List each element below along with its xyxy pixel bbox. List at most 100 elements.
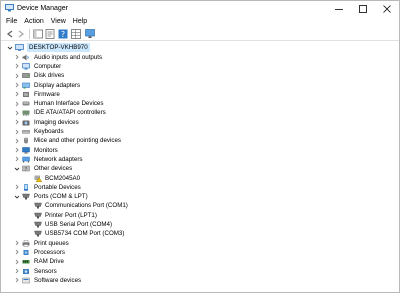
maximize-icon — [359, 4, 367, 13]
tree-device-usb5734-com-port-com3[interactable]: USB5734 COM Port (COM3) — [1, 229, 399, 238]
tree-category-ports-com-lpt[interactable]: Ports (COM & LPT) — [1, 192, 399, 201]
tree-category-human-interface-devices[interactable]: Human Interface Devices — [1, 99, 399, 108]
forward-button[interactable] — [16, 29, 26, 39]
tree-category-label: Firmware — [34, 90, 60, 98]
disk-drive-icon — [22, 72, 30, 79]
tree-root[interactable]: DESKTOP-VKHB970 — [1, 43, 399, 52]
tree-category-imaging-devices[interactable]: Imaging devices — [1, 118, 399, 127]
chevron-right-icon[interactable] — [14, 248, 20, 257]
tree-category-print-queues[interactable]: Print queues — [1, 239, 399, 248]
tree-category-firmware[interactable]: Firmware — [1, 90, 399, 99]
tree-category-display-adapters[interactable]: Display adapters — [1, 81, 399, 90]
menu-help[interactable]: Help — [73, 17, 87, 26]
chevron-down-icon[interactable] — [14, 164, 20, 173]
chevron-right-icon[interactable] — [14, 183, 20, 192]
chevron-right-icon[interactable] — [14, 108, 20, 117]
help-button[interactable]: ? — [58, 29, 68, 39]
menu-file[interactable]: File — [6, 17, 17, 26]
tree-device-label: Printer Port (LPT1) — [45, 211, 97, 219]
chevron-right-icon[interactable] — [14, 53, 20, 62]
tree-device-label: BCM2045A0 — [45, 174, 81, 182]
computer-icon — [22, 63, 30, 70]
properties-icon — [45, 29, 55, 39]
chevron-down-icon[interactable] — [7, 43, 13, 52]
tree-category-label: Other devices — [34, 165, 73, 173]
properties-button[interactable] — [45, 29, 55, 39]
toolbar: ? — [1, 27, 399, 41]
chevron-right-icon[interactable] — [14, 136, 20, 145]
tree-category-processors[interactable]: Processors — [1, 248, 399, 257]
warning-device-icon — [34, 175, 43, 182]
chevron-right-icon[interactable] — [14, 81, 20, 90]
device-manager-app-icon — [5, 4, 14, 12]
mouse-icon — [22, 137, 30, 144]
chevron-right-icon[interactable] — [14, 71, 20, 80]
action-pane-button[interactable] — [71, 29, 81, 39]
forward-arrow-icon — [18, 30, 25, 38]
title-bar[interactable]: Device Manager — [1, 1, 399, 16]
tree-device-communications-port-com1[interactable]: Communications Port (COM1) — [1, 201, 399, 210]
tree-category-ide-ata-atapi-controllers[interactable]: IDE ATA/ATAPI controllers — [1, 108, 399, 117]
chevron-right-icon[interactable] — [14, 239, 20, 248]
grid-view-icon — [71, 29, 81, 39]
network-adapter-icon — [22, 156, 30, 163]
port-icon — [34, 230, 42, 237]
chevron-right-icon[interactable] — [14, 90, 20, 99]
toolbar-separator — [29, 29, 30, 39]
tree-device-label: Communications Port (COM1) — [45, 202, 128, 210]
minimize-button[interactable] — [327, 1, 351, 16]
chevron-down-icon[interactable] — [14, 192, 20, 201]
tree-category-label: RAM Drive — [34, 258, 64, 266]
sensor-icon — [22, 268, 30, 275]
tree-category-label: Display adapters — [34, 81, 81, 89]
chevron-right-icon[interactable] — [14, 257, 20, 266]
chevron-right-icon[interactable] — [14, 118, 20, 127]
tree-category-computer[interactable]: Computer — [1, 62, 399, 71]
monitor-scan-icon — [85, 29, 95, 38]
processor-icon — [22, 249, 30, 256]
tree-category-sensors[interactable]: Sensors — [1, 267, 399, 276]
display-adapter-icon — [22, 82, 30, 89]
device-tree: DESKTOP-VKHB970 Audio inputs and outputs… — [1, 42, 399, 292]
ram-drive-icon — [22, 258, 30, 265]
tree-device-label: USB Serial Port (COM4) — [45, 221, 113, 228]
tree-category-other-devices[interactable]: ? Other devices — [1, 164, 399, 173]
tree-category-label: Audio inputs and outputs — [34, 53, 103, 61]
tree-category-ram-drive[interactable]: RAM Drive — [1, 257, 399, 266]
port-icon — [34, 221, 42, 228]
tree-device-bcm2045a0[interactable]: BCM2045A0 — [1, 174, 399, 183]
chevron-right-icon[interactable] — [14, 267, 20, 276]
tree-category-label: Computer — [34, 62, 62, 70]
tree-category-audio-inputs-and-outputs[interactable]: Audio inputs and outputs — [1, 53, 399, 62]
monitor-icon — [22, 146, 30, 154]
tree-category-label: Sensors — [34, 267, 57, 275]
tree-category-label: Ports (COM & LPT) — [34, 193, 88, 201]
chevron-right-icon[interactable] — [14, 276, 20, 285]
chevron-right-icon[interactable] — [14, 155, 20, 164]
scan-hardware-button[interactable] — [85, 29, 95, 39]
tree-device-printer-port-lpt1[interactable]: Printer Port (LPT1) — [1, 211, 399, 220]
tree-category-keyboards[interactable]: Keyboards — [1, 127, 399, 136]
console-tree-icon — [33, 29, 43, 39]
tree-category-software-devices[interactable]: Software devices — [1, 276, 399, 285]
menu-view[interactable]: View — [51, 17, 66, 26]
close-button[interactable] — [375, 1, 399, 16]
maximize-button[interactable] — [351, 1, 375, 16]
tree-category-portable-devices[interactable]: Portable Devices — [1, 183, 399, 192]
chevron-right-icon[interactable] — [14, 99, 20, 108]
chevron-right-icon[interactable] — [14, 146, 20, 155]
show-hide-console-tree-button[interactable] — [33, 29, 43, 39]
tree-category-disk-drives[interactable]: Disk drives — [1, 71, 399, 80]
chevron-right-icon[interactable] — [14, 62, 20, 71]
menu-action[interactable]: Action — [24, 17, 43, 26]
tree-category-label: Keyboards — [34, 128, 64, 135]
tree-category-monitors[interactable]: Monitors — [1, 146, 399, 155]
tree-category-network-adapters[interactable]: Network adapters — [1, 155, 399, 164]
tree-category-label: Mice and other pointing devices — [34, 137, 122, 145]
back-button[interactable] — [5, 29, 15, 39]
hid-icon — [22, 100, 30, 107]
close-icon — [383, 4, 391, 13]
tree-device-usb-serial-port-com4[interactable]: USB Serial Port (COM4) — [1, 220, 399, 229]
tree-category-mice-and-other-pointing-devices[interactable]: Mice and other pointing devices — [1, 136, 399, 145]
chevron-right-icon[interactable] — [14, 127, 20, 136]
